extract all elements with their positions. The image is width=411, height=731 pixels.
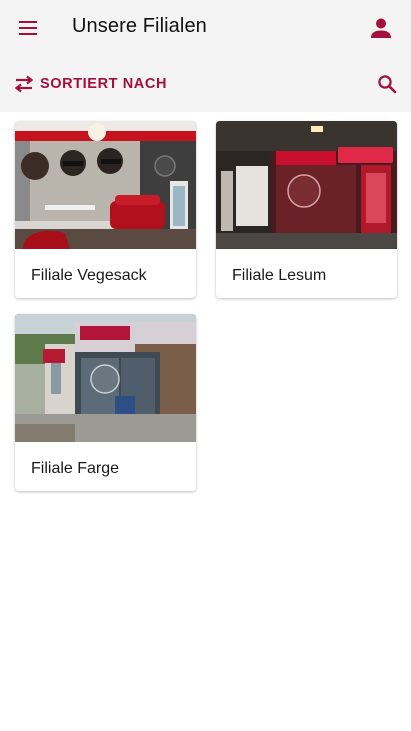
- hamburger-menu-icon[interactable]: [14, 14, 42, 42]
- person-icon[interactable]: [366, 13, 396, 43]
- sort-label: SORTIERT NACH: [40, 76, 168, 92]
- app-bar: Unsere Filialen SORTIERT NACH: [0, 0, 411, 112]
- search-icon[interactable]: [374, 71, 400, 97]
- store-card[interactable]: Filiale Lesum: [216, 121, 397, 298]
- salon-interior-photo: [15, 121, 196, 249]
- store-name: Filiale Vegesack: [31, 267, 147, 284]
- sort-button[interactable]: SORTIERT NACH: [12, 70, 167, 98]
- storefront-street-photo: [15, 314, 196, 442]
- store-name: Filiale Farge: [31, 460, 120, 477]
- swap-arrows-icon: [12, 72, 36, 96]
- store-card[interactable]: Filiale Farge: [15, 314, 196, 491]
- page-title: Unsere Filialen: [72, 15, 207, 37]
- storefront-night-photo: [216, 121, 397, 249]
- store-name: Filiale Lesum: [232, 267, 327, 284]
- store-card[interactable]: Filiale Vegesack: [15, 121, 196, 298]
